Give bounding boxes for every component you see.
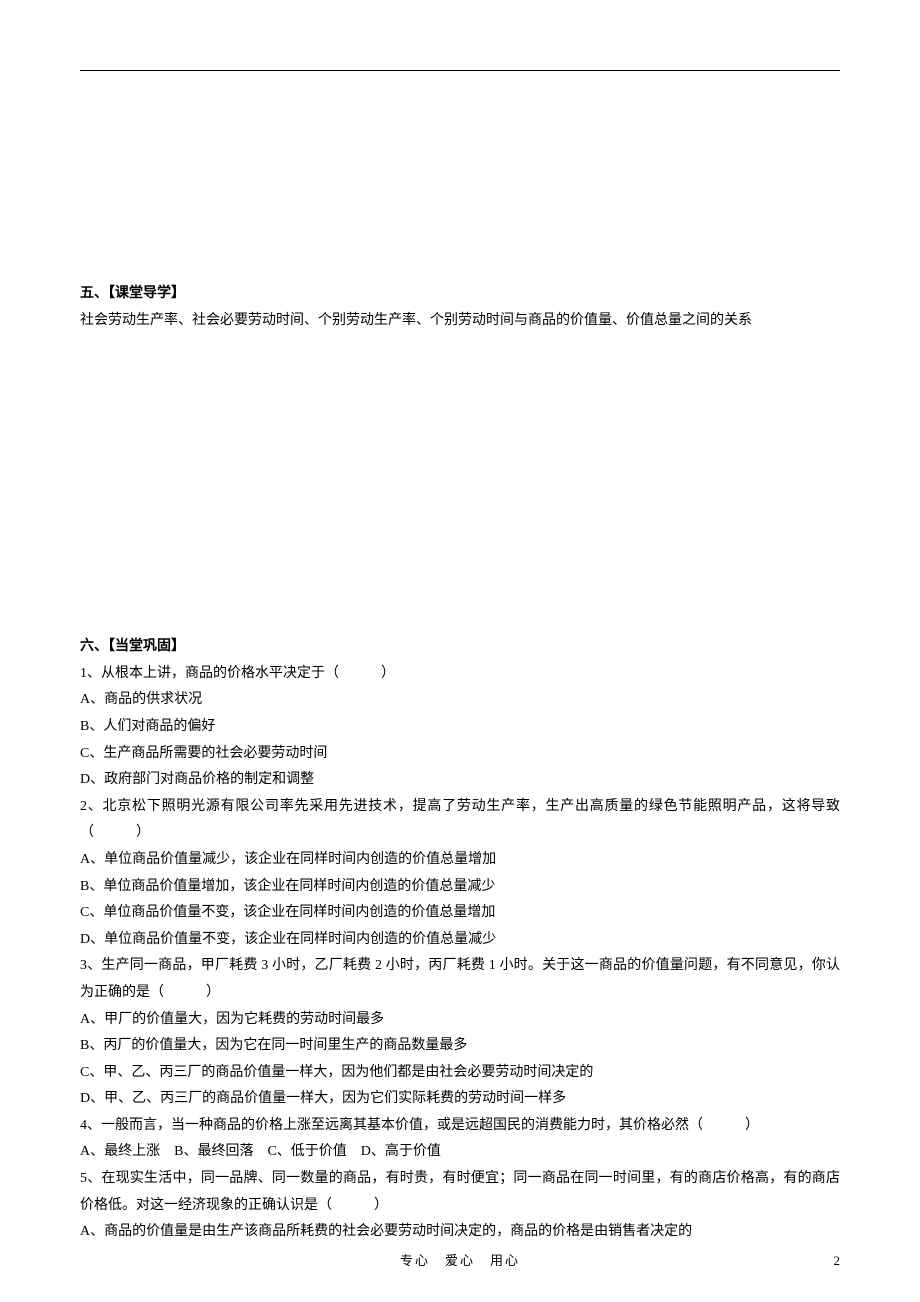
- q5-option-a: A、商品的价值量是由生产该商品所耗费的社会必要劳动时间决定的，商品的价格是由销售…: [80, 1219, 840, 1246]
- section-5-text: 社会劳动生产率、社会必要劳动时间、个别劳动生产率、个别劳动时间与商品的价值量、价…: [80, 308, 840, 335]
- q5-stem: 5、在现实生活中，同一品牌、同一数量的商品，有时贵，有时便宜；同一商品在同一时间…: [80, 1166, 840, 1219]
- q3-option-c: C、甲、乙、丙三厂的商品价值量一样大，因为他们都是由社会必要劳动时间决定的: [80, 1060, 840, 1087]
- q1-option-b: B、人们对商品的偏好: [80, 714, 840, 741]
- q3-stem: 3、生产同一商品，甲厂耗费 3 小时，乙厂耗费 2 小时，丙厂耗费 1 小时。关…: [80, 953, 840, 1006]
- q1-option-c: C、生产商品所需要的社会必要劳动时间: [80, 741, 840, 768]
- q3-option-d: D、甲、乙、丙三厂的商品价值量一样大，因为它们实际耗费的劳动时间一样多: [80, 1086, 840, 1113]
- q4-options: A、最终上涨 B、最终回落 C、低于价值 D、高于价值: [80, 1139, 840, 1166]
- q1-option-a: A、商品的供求状况: [80, 687, 840, 714]
- page-number: 2: [834, 1249, 841, 1274]
- q2-option-b: B、单位商品价值量增加，该企业在同样时间内创造的价值总量减少: [80, 874, 840, 901]
- q2-stem: 2、北京松下照明光源有限公司率先采用先进技术，提高了劳动生产率，生产出高质量的绿…: [80, 794, 840, 847]
- horizontal-rule: [80, 70, 840, 71]
- q3-option-a: A、甲厂的价值量大，因为它耗费的劳动时间最多: [80, 1007, 840, 1034]
- q3-option-b: B、丙厂的价值量大，因为它在同一时间里生产的商品数量最多: [80, 1033, 840, 1060]
- q2-option-d: D、单位商品价值量不变，该企业在同样时间内创造的价值总量减少: [80, 927, 840, 954]
- section-5-heading: 五、【课堂导学】: [80, 281, 840, 308]
- section-6-heading: 六、【当堂巩固】: [80, 634, 840, 661]
- q2-option-a: A、单位商品价值量减少，该企业在同样时间内创造的价值总量增加: [80, 847, 840, 874]
- q2-option-c: C、单位商品价值量不变，该企业在同样时间内创造的价值总量增加: [80, 900, 840, 927]
- q4-stem: 4、一般而言，当一种商品的价格上涨至远离其基本价值，或是远超国民的消费能力时，其…: [80, 1113, 840, 1140]
- q1-option-d: D、政府部门对商品价格的制定和调整: [80, 767, 840, 794]
- q1-stem: 1、从根本上讲，商品的价格水平决定于（ ）: [80, 661, 840, 688]
- footer-motto: 专心 爱心 用心: [0, 1249, 920, 1274]
